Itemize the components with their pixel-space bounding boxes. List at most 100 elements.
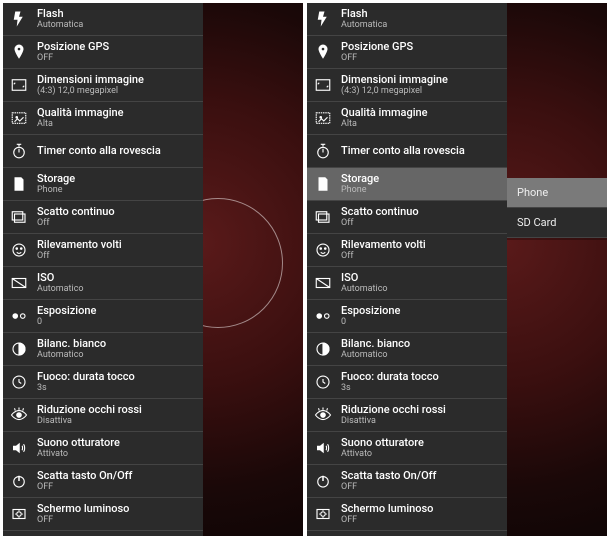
quality-icon: [9, 108, 29, 128]
setting-sound[interactable]: Suono otturatoreAttivato: [3, 432, 203, 465]
setting-clock[interactable]: Fuoco: durata tocco3s: [3, 366, 203, 399]
setting-value: Disattiva: [341, 417, 446, 427]
storage-option-phone[interactable]: Phone: [507, 178, 607, 208]
setting-title: Qualità immagine: [341, 107, 428, 119]
setting-brightness[interactable]: Schermo luminosoOFF: [307, 498, 507, 531]
clock-icon: [313, 372, 333, 392]
brightness-icon: [9, 504, 29, 524]
exposure-icon: [9, 306, 29, 326]
iso-icon: [9, 273, 29, 293]
setting-value: Alta: [37, 120, 124, 130]
setting-flash[interactable]: FlashAutomatica: [307, 3, 507, 36]
setting-value: Automatico: [341, 285, 388, 295]
setting-pin[interactable]: Posizione GPSOFF: [3, 36, 203, 69]
storage-option-sd-card[interactable]: SD Card: [507, 208, 607, 238]
setting-title: Esposizione: [37, 305, 96, 317]
setting-dropper[interactable]: SaturazioneLivello 5 (predefinito): [307, 531, 507, 536]
setting-title: Flash: [341, 8, 387, 20]
setting-title: Scatto continuo: [341, 206, 419, 218]
setting-redeye[interactable]: Riduzione occhi rossiDisattiva: [3, 399, 203, 432]
setting-flash[interactable]: FlashAutomatica: [3, 3, 203, 36]
setting-quality[interactable]: Qualità immagineAlta: [307, 102, 507, 135]
phone-left: FlashAutomaticaPosizione GPSOFFDimension…: [3, 3, 303, 536]
power-icon: [313, 471, 333, 491]
setting-title: Bilanc. bianco: [37, 338, 106, 350]
setting-value: OFF: [341, 516, 433, 526]
setting-sound[interactable]: Suono otturatoreAttivato: [307, 432, 507, 465]
redeye-icon: [9, 405, 29, 425]
sound-icon: [313, 438, 333, 458]
setting-value: (4:3) 12,0 megapixel: [341, 87, 448, 97]
screenshots-container: FlashAutomaticaPosizione GPSOFFDimension…: [0, 0, 610, 539]
setting-exposure[interactable]: Esposizione0: [307, 300, 507, 333]
setting-title: Timer conto alla rovescia: [37, 145, 161, 157]
clock-icon: [9, 372, 29, 392]
setting-value: Off: [341, 252, 426, 262]
face-icon: [9, 240, 29, 260]
storage-popup: PhoneSD Card: [507, 178, 607, 238]
setting-value: Attivato: [341, 450, 424, 460]
setting-wb[interactable]: Bilanc. biancoAutomatico: [3, 333, 203, 366]
setting-title: Bilanc. bianco: [341, 338, 410, 350]
setting-resize[interactable]: Dimensioni immagine(4:3) 12,0 megapixel: [3, 69, 203, 102]
setting-sd[interactable]: StoragePhone: [307, 168, 507, 201]
quality-icon: [313, 108, 333, 128]
setting-value: 0: [341, 318, 400, 328]
setting-title: Timer conto alla rovescia: [341, 145, 465, 157]
flash-icon: [9, 9, 29, 29]
setting-value: Phone: [341, 186, 379, 196]
setting-exposure[interactable]: Esposizione0: [3, 300, 203, 333]
setting-wb[interactable]: Bilanc. biancoAutomatico: [307, 333, 507, 366]
setting-title: Fuoco: durata tocco: [37, 371, 135, 383]
setting-value: 0: [37, 318, 96, 328]
setting-burst[interactable]: Scatto continuoOff: [3, 201, 203, 234]
setting-resize[interactable]: Dimensioni immagine(4:3) 12,0 megapixel: [307, 69, 507, 102]
setting-value: Off: [37, 252, 122, 262]
pin-icon: [313, 42, 333, 62]
setting-title: Posizione GPS: [341, 41, 413, 53]
setting-iso[interactable]: ISOAutomatico: [3, 267, 203, 300]
setting-title: Rilevamento volti: [341, 239, 426, 251]
setting-title: Saturazione: [37, 536, 121, 537]
power-icon: [9, 471, 29, 491]
redeye-icon: [313, 405, 333, 425]
setting-value: Automatica: [37, 21, 83, 31]
wb-icon: [313, 339, 333, 359]
setting-title: Schermo luminoso: [341, 503, 433, 515]
iso-icon: [313, 273, 333, 293]
setting-power[interactable]: Scatta tasto On/OffOFF: [307, 465, 507, 498]
setting-title: Rilevamento volti: [37, 239, 122, 251]
setting-value: Automatico: [341, 351, 410, 361]
setting-timer[interactable]: Timer conto alla rovescia: [3, 135, 203, 168]
setting-quality[interactable]: Qualità immagineAlta: [3, 102, 203, 135]
setting-pin[interactable]: Posizione GPSOFF: [307, 36, 507, 69]
resize-icon: [313, 75, 333, 95]
setting-title: Esposizione: [341, 305, 400, 317]
setting-title: Qualità immagine: [37, 107, 124, 119]
setting-clock[interactable]: Fuoco: durata tocco3s: [307, 366, 507, 399]
setting-value: Off: [341, 219, 419, 229]
setting-sd[interactable]: StoragePhone: [3, 168, 203, 201]
setting-value: 3s: [341, 384, 439, 394]
setting-value: OFF: [37, 516, 129, 526]
setting-dropper[interactable]: SaturazioneLivello 5 (predefinito): [3, 531, 203, 536]
setting-title: Flash: [37, 8, 83, 20]
setting-title: Riduzione occhi rossi: [341, 404, 446, 416]
burst-icon: [9, 207, 29, 227]
setting-face[interactable]: Rilevamento voltiOff: [307, 234, 507, 267]
setting-burst[interactable]: Scatto continuoOff: [307, 201, 507, 234]
setting-timer[interactable]: Timer conto alla rovescia: [307, 135, 507, 168]
setting-value: (4:3) 12,0 megapixel: [37, 87, 144, 97]
setting-title: Storage: [341, 173, 379, 185]
setting-iso[interactable]: ISOAutomatico: [307, 267, 507, 300]
setting-title: Scatta tasto On/Off: [341, 470, 436, 482]
setting-title: Storage: [37, 173, 75, 185]
setting-brightness[interactable]: Schermo luminosoOFF: [3, 498, 203, 531]
setting-value: OFF: [341, 483, 436, 493]
setting-title: Scatta tasto On/Off: [37, 470, 132, 482]
face-icon: [313, 240, 333, 260]
setting-face[interactable]: Rilevamento voltiOff: [3, 234, 203, 267]
setting-redeye[interactable]: Riduzione occhi rossiDisattiva: [307, 399, 507, 432]
setting-power[interactable]: Scatta tasto On/OffOFF: [3, 465, 203, 498]
setting-title: Suono otturatore: [341, 437, 424, 449]
